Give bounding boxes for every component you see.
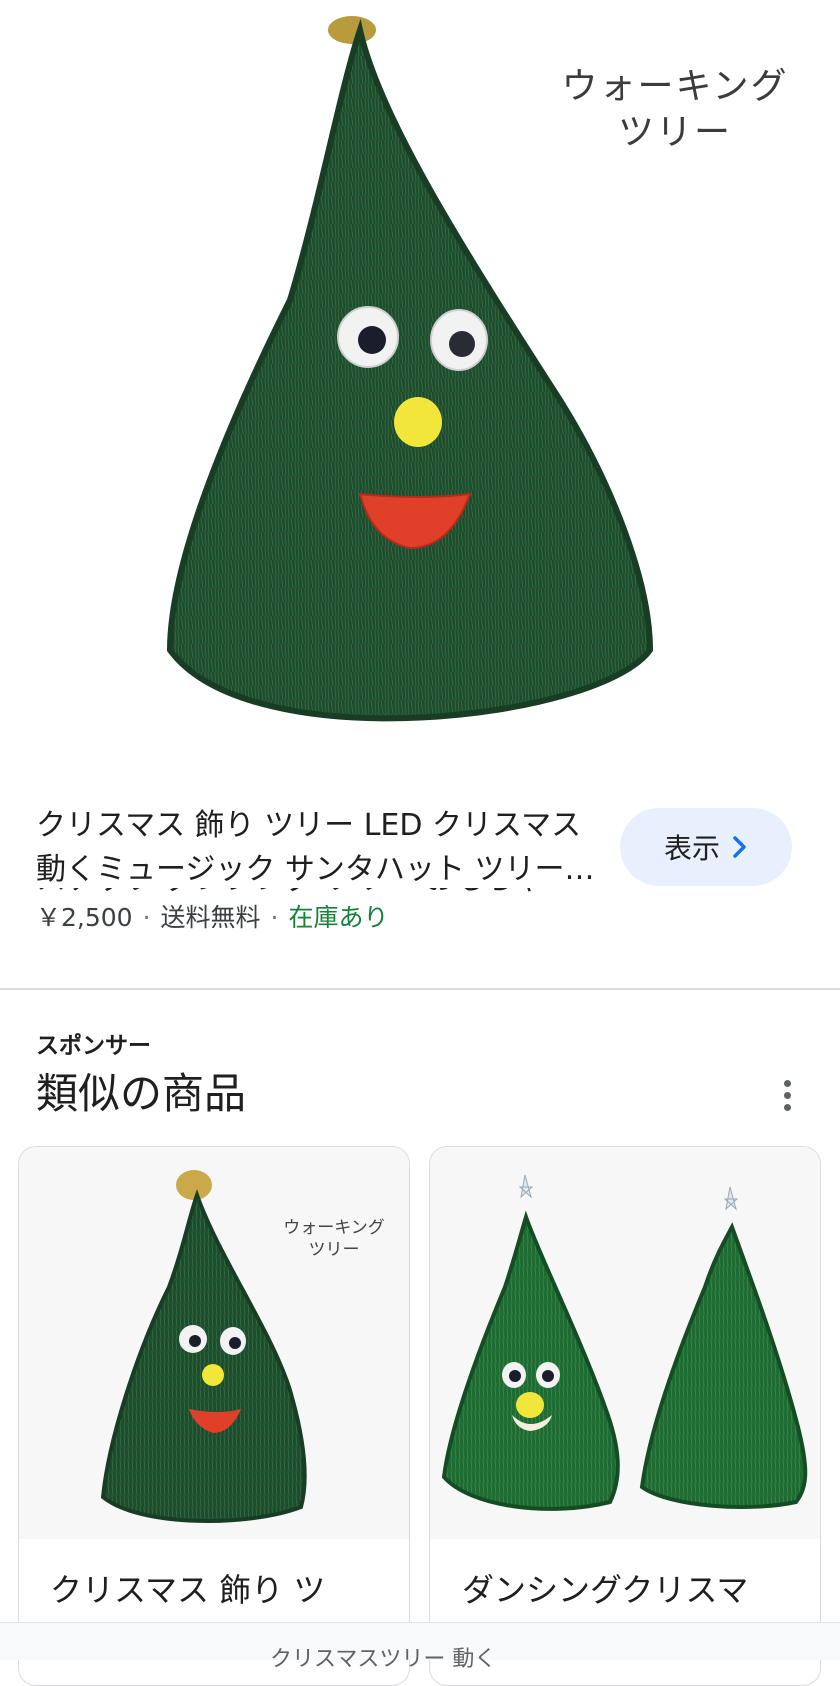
more-options-button[interactable] [766, 1070, 808, 1120]
caption-line: ウォーキング [283, 1218, 385, 1238]
sponsored-label: スポンサー [36, 1033, 151, 1059]
hero-image-caption: ウォーキング ツリー [555, 64, 795, 156]
caption-line: ウォーキング [561, 66, 789, 107]
section-title: 類似の商品 [36, 1069, 247, 1118]
card-image-caption: ウォーキング ツリー [259, 1217, 409, 1261]
separator: · [270, 903, 279, 932]
product-image[interactable]: ウォーキング ツリー [0, 0, 840, 775]
separator: · [142, 903, 151, 932]
chevron-right-icon [733, 836, 746, 858]
stock-status: 在庫あり [288, 903, 389, 932]
view-button-label: 表示 [663, 832, 720, 865]
more-vert-icon [783, 1079, 791, 1087]
dancing-trees-thumb [441, 1174, 808, 1511]
search-query: クリスマスツリー 動く [270, 1647, 497, 1672]
product-title[interactable]: クリスマス 飾り ツリー LED クリスマス 動くミュージック サンタハット ツ… [36, 804, 606, 892]
card-title[interactable]: クリスマス 飾り ツ [50, 1570, 360, 1610]
caption-line: ツリー [308, 1240, 360, 1260]
card-image: ウォーキング ツリー [19, 1147, 409, 1539]
shipping-info: 送料無料 [160, 903, 261, 932]
bottom-search-bar[interactable]: クリスマスツリー 動く [0, 1622, 840, 1672]
section-divider [0, 988, 840, 990]
caption-line: ツリー [617, 112, 732, 153]
more-vert-icon [783, 1103, 791, 1111]
price: ￥2,500 [36, 903, 133, 932]
card-title[interactable]: ダンシングクリスマ [462, 1570, 792, 1610]
walking-tree-thumb [100, 1170, 307, 1523]
product-meta: ￥2,500 · 送料無料 · 在庫あり [36, 898, 389, 938]
overflow-text: ステップ ダンシング ツリー おもちゃ [36, 888, 545, 897]
view-button[interactable]: 表示 [620, 808, 792, 886]
card-image [430, 1147, 820, 1539]
more-vert-icon [783, 1091, 791, 1099]
